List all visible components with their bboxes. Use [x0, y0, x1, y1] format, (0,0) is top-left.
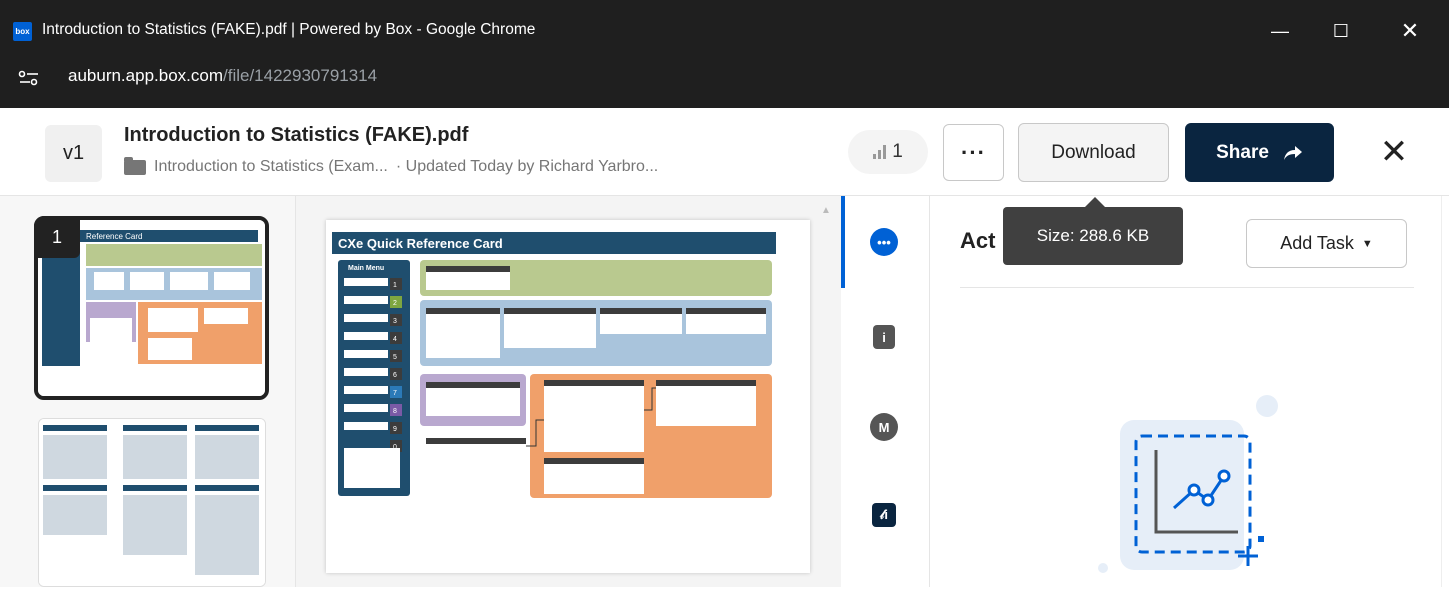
folder-link[interactable]: Introduction to Statistics (Exam... [154, 158, 388, 176]
empty-activity-illustration-icon [1090, 390, 1290, 587]
view-count-button[interactable]: 1 [848, 130, 928, 174]
right-edge [1441, 196, 1449, 587]
metadata-m-icon[interactable]: M [870, 413, 898, 441]
thumb-title: Reference Card [86, 232, 142, 241]
file-meta: Introduction to Statistics (Exam... · Up… [124, 156, 659, 176]
download-size-tooltip: Size: 288.6 KB [1003, 197, 1183, 265]
maximize-icon[interactable]: ☐ [1326, 18, 1356, 44]
menu-number-4: 4 [393, 336, 397, 343]
more-options-button[interactable]: ··· [943, 124, 1004, 181]
thumbnail-page-number: 1 [34, 216, 80, 258]
document-page[interactable]: CXe Quick Reference Card Main Menu 1 2 3… [326, 220, 810, 573]
version-badge[interactable]: v1 [45, 125, 102, 182]
activity-title: Act [960, 228, 996, 253]
close-preview-button[interactable]: ✕ [1376, 133, 1412, 171]
caret-down-icon: ▼ [1361, 237, 1373, 250]
bar-chart-icon [873, 145, 887, 159]
site-settings-icon[interactable] [18, 69, 46, 87]
minimize-icon[interactable]: — [1265, 18, 1295, 44]
menu-number-3: 3 [393, 318, 397, 325]
menu-number-5: 5 [393, 354, 397, 361]
add-task-button[interactable]: Add Task ▼ [1246, 219, 1407, 268]
box-favicon-icon: box [13, 22, 32, 41]
selected-indicator [841, 196, 845, 288]
menu-number-2: 2 [393, 300, 397, 307]
menu-number-8: 8 [393, 408, 397, 415]
menu-number-9: 9 [393, 426, 397, 433]
page-thumbnail-2[interactable] [38, 418, 266, 587]
share-button[interactable]: Share [1185, 123, 1334, 182]
share-arrow-icon [1283, 145, 1302, 160]
menu-number-6: 6 [393, 372, 397, 379]
activity-comment-icon[interactable]: ••• [870, 228, 898, 256]
folder-icon [124, 156, 146, 175]
menu-number-1: 1 [393, 282, 397, 289]
scroll-up-icon[interactable]: ▲ [821, 205, 831, 216]
file-name: Introduction to Statistics (FAKE).pdf [124, 124, 469, 146]
panel-divider [960, 287, 1414, 288]
doc-page-title: CXe Quick Reference Card [338, 236, 503, 251]
download-button[interactable]: Download [1018, 123, 1169, 182]
url-text[interactable]: auburn.app.box.com/file/1422930791314 [68, 66, 377, 86]
box-sign-icon[interactable]: 𝓁i [872, 503, 896, 527]
window-close-icon[interactable]: ✕ [1395, 18, 1425, 44]
updated-text: · Updated Today by Richard Yarbro... [395, 158, 659, 175]
details-info-icon[interactable]: i [873, 325, 895, 349]
menu-number-7: 7 [393, 390, 397, 397]
window-title: Introduction to Statistics (FAKE).pdf | … [42, 21, 536, 38]
main-menu-heading: Main Menu [348, 265, 384, 272]
